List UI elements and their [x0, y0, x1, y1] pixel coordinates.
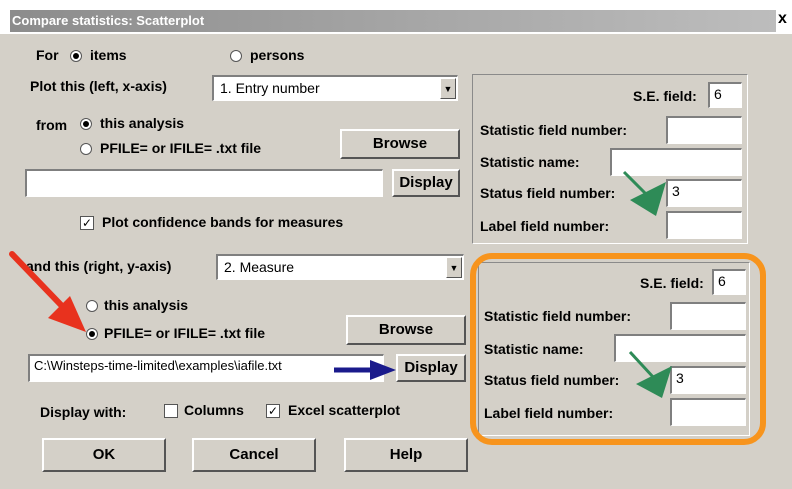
dialog-window: Compare statistics: Scatterplot x For it…	[0, 0, 792, 489]
green-arrow-icon	[622, 170, 666, 216]
blue-arrow-icon	[334, 360, 396, 380]
annotation-arrows	[9, 170, 672, 398]
red-arrow-icon	[9, 251, 86, 332]
green-arrow-icon	[628, 350, 672, 398]
